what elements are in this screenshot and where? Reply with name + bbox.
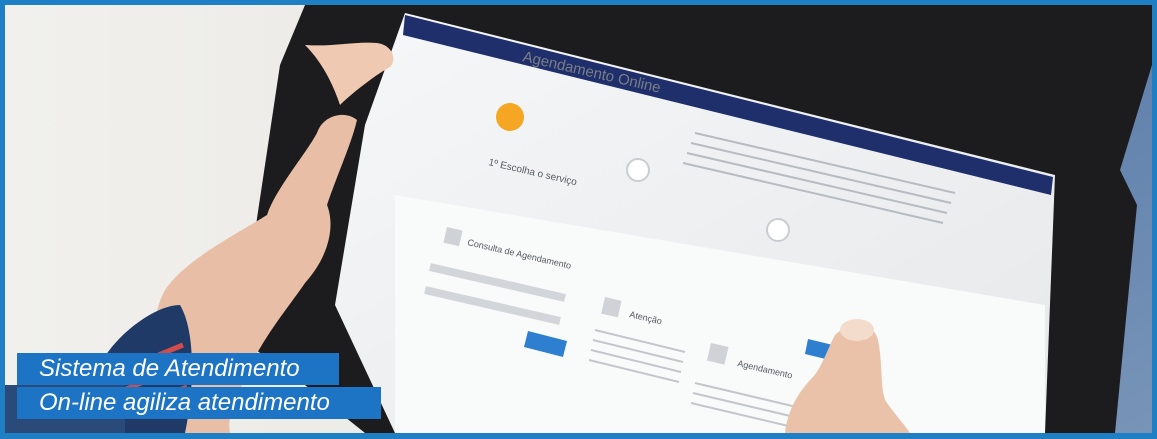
caption-line-1: Sistema de Atendimento	[39, 355, 300, 382]
step-two-circle	[626, 158, 650, 182]
caption-line-2: On-line agiliza atendimento	[39, 389, 330, 416]
step-one-circle	[496, 103, 524, 131]
right-thumbnail	[840, 319, 874, 341]
caption-line-1-band: Sistema de Atendimento	[17, 353, 339, 385]
step-three-circle	[766, 218, 790, 242]
caption-line-2-band: On-line agiliza atendimento	[17, 387, 381, 419]
image-frame: Agendamento Online 1º Escolha o serviço …	[0, 0, 1157, 439]
